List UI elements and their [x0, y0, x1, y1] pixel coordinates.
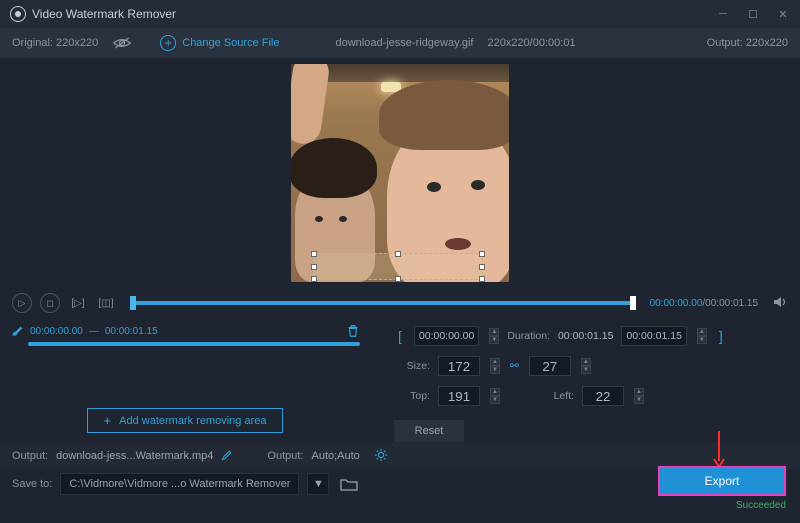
position-row: Top: ▲▼ Left: ▲▼ [394, 386, 786, 406]
clip-track[interactable] [28, 342, 360, 346]
minimize-icon[interactable]: ─ [716, 8, 730, 21]
size-height-spinner[interactable]: ▲▼ [581, 358, 591, 374]
original-label: Original: [12, 37, 53, 49]
save-to-label: Save to: [12, 478, 52, 490]
clip-start: 00:00:00.00 [30, 326, 83, 337]
app-logo: Video Watermark Remover [10, 6, 176, 22]
change-source-label: Change Source File [182, 37, 279, 49]
top-spinner[interactable]: ▲▼ [490, 388, 500, 404]
title-bar: Video Watermark Remover ─ ☐ ✕ [0, 0, 800, 28]
size-height-field[interactable] [529, 356, 571, 376]
trim-start-field[interactable]: 00:00:00.00 [414, 326, 479, 346]
source-info: 220x220/00:00:01 [487, 37, 575, 49]
trim-end-spinner[interactable]: ▲▼ [697, 328, 707, 344]
plus-circle-icon: + [160, 35, 176, 51]
video-frame [291, 64, 509, 282]
maximize-icon[interactable]: ☐ [746, 8, 760, 21]
settings-icon[interactable] [374, 448, 388, 465]
lower-panel: 00:00:00.00 — 00:00:01.15 + Add watermar… [0, 318, 800, 443]
left-label: Left: [538, 390, 574, 402]
bracket-right-icon[interactable]: ] [715, 328, 727, 344]
link-icon[interactable]: ⚯ [508, 360, 521, 372]
reset-button[interactable]: Reset [394, 420, 464, 442]
export-area: Export Succeeded [658, 466, 786, 511]
left-spinner[interactable]: ▲▼ [634, 388, 644, 404]
save-path-field[interactable]: C:\Vidmore\Vidmore ...o Watermark Remove… [60, 473, 299, 495]
source-info-bar: Original: 220x220 + Change Source File d… [0, 28, 800, 58]
play-button[interactable]: ▷ [12, 293, 32, 313]
playback-controls: ▷ ◻ [▷] [◫] 00:00:00.00/00:00:01.15 [0, 288, 800, 318]
add-watermark-area-button[interactable]: + Add watermark removing area [87, 408, 284, 433]
size-width-field[interactable] [438, 356, 480, 376]
change-source-button[interactable]: + Change Source File [160, 35, 279, 51]
trash-icon[interactable] [346, 324, 360, 338]
watermark-selection[interactable] [313, 253, 483, 280]
save-path-dropdown[interactable]: ▼ [307, 473, 329, 495]
top-field[interactable] [438, 386, 480, 406]
trim-row: [ 00:00:00.00 ▲▼ Duration: 00:00:01.15 00… [394, 326, 786, 346]
clip-end: 00:00:01.15 [105, 326, 158, 337]
output-dims: 220x220 [746, 37, 788, 49]
export-status: Succeeded [658, 500, 786, 511]
edit-name-icon[interactable] [221, 449, 233, 464]
left-field[interactable] [582, 386, 624, 406]
time-display: 00:00:00.00/00:00:01.15 [650, 298, 758, 309]
trim-start-spinner[interactable]: ▲▼ [489, 328, 499, 344]
bracket-left-icon[interactable]: [ [394, 328, 406, 344]
clip-panel: 00:00:00.00 — 00:00:01.15 + Add watermar… [0, 318, 370, 443]
timeline-end-handle[interactable] [630, 296, 636, 310]
duration-value: 00:00:01.15 [558, 326, 613, 346]
close-icon[interactable]: ✕ [776, 8, 790, 21]
app-title: Video Watermark Remover [32, 7, 176, 21]
trim-end-field[interactable]: 00:00:01.15 [621, 326, 686, 346]
source-filename: download-jesse-ridgeway.gif [335, 37, 473, 49]
app-logo-icon [10, 6, 26, 22]
plus-icon: + [104, 414, 112, 427]
export-button[interactable]: Export [658, 466, 786, 496]
clip-range-row: 00:00:00.00 — 00:00:01.15 [10, 324, 360, 338]
duration-label: Duration: [507, 330, 550, 342]
output-file-name: download-jess...Watermark.mp4 [56, 450, 213, 462]
output-label: Output: [707, 37, 743, 49]
size-row: Size: ▲▼ ⚯ ▲▼ [394, 356, 786, 376]
brush-icon [10, 324, 24, 338]
stop-button[interactable]: ◻ [40, 293, 60, 313]
output-file-label: Output: [12, 450, 48, 462]
original-dims: 220x220 [56, 37, 98, 49]
top-label: Top: [394, 390, 430, 402]
timeline-start-handle[interactable] [130, 296, 136, 310]
add-area-label: Add watermark removing area [119, 415, 266, 427]
output-format-value: Auto;Auto [311, 450, 359, 462]
output-format-label: Output: [267, 450, 303, 462]
preview-toggle-icon[interactable] [112, 36, 132, 50]
size-width-spinner[interactable]: ▲▼ [490, 358, 500, 374]
video-preview[interactable] [0, 58, 800, 288]
timeline-slider[interactable] [130, 296, 636, 310]
volume-icon[interactable] [772, 294, 788, 313]
step-back-button[interactable]: [▷] [68, 293, 88, 313]
step-fwd-button[interactable]: [◫] [96, 293, 116, 313]
output-dims-group: Output: 220x220 [707, 37, 788, 49]
size-label: Size: [394, 360, 430, 372]
open-folder-icon[interactable] [337, 473, 361, 495]
region-panel: [ 00:00:00.00 ▲▼ Duration: 00:00:01.15 00… [370, 318, 800, 443]
